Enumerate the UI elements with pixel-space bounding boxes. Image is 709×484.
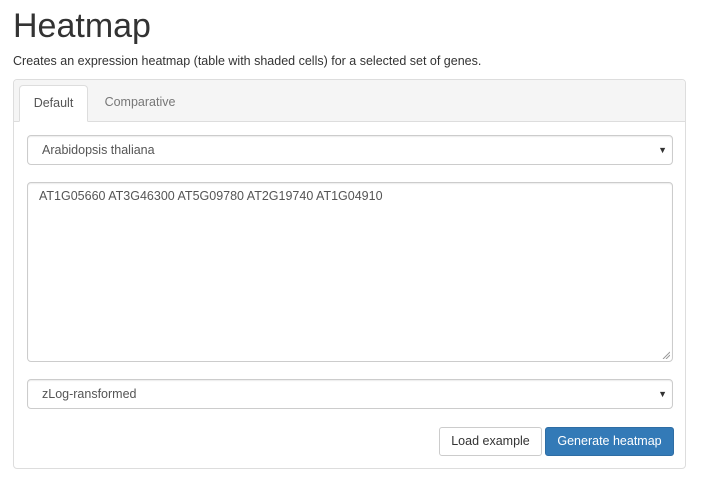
heatmap-form-panel: Default Comparative Arabidopsis thaliana… xyxy=(13,79,686,469)
page-title: Heatmap xyxy=(13,7,151,45)
species-select-value: Arabidopsis thaliana xyxy=(42,143,155,157)
gene-list-value: AT1G05660 AT3G46300 AT5G09780 AT2G19740 … xyxy=(39,189,383,203)
tab-comparative[interactable]: Comparative xyxy=(93,85,187,121)
generate-heatmap-button[interactable]: Generate heatmap xyxy=(545,427,674,456)
tab-bar: Default Comparative xyxy=(14,80,685,122)
gene-list-textarea[interactable]: AT1G05660 AT3G46300 AT5G09780 AT2G19740 … xyxy=(27,182,673,362)
tab-default[interactable]: Default xyxy=(19,85,88,122)
load-example-button[interactable]: Load example xyxy=(439,427,542,456)
species-select[interactable]: Arabidopsis thaliana ▼ xyxy=(27,135,673,165)
page-description: Creates an expression heatmap (table wit… xyxy=(13,54,482,68)
caret-down-icon: ▼ xyxy=(658,145,667,155)
transform-select-value: zLog-ransformed xyxy=(42,387,137,401)
caret-down-icon: ▼ xyxy=(658,389,667,399)
transform-select[interactable]: zLog-ransformed ▼ xyxy=(27,379,673,409)
heatmap-page: Heatmap Creates an expression heatmap (t… xyxy=(0,0,709,484)
resize-handle-icon[interactable] xyxy=(662,351,670,359)
